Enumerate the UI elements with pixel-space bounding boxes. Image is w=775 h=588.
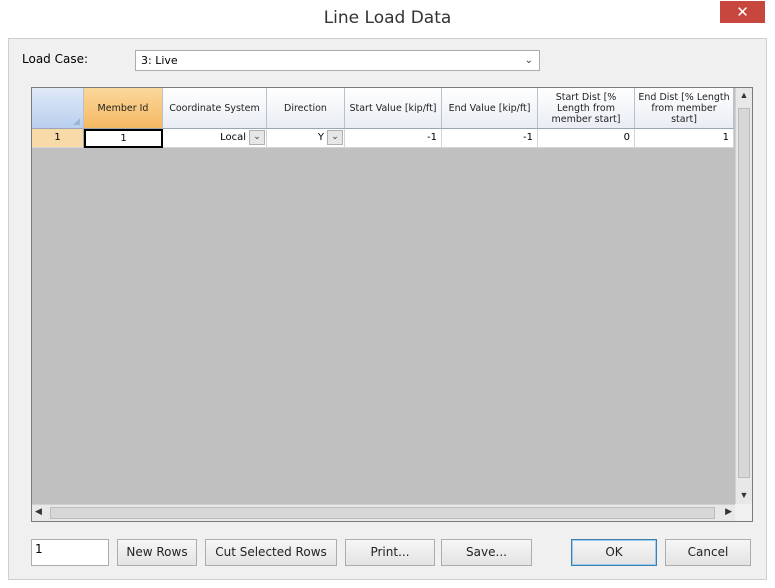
column-header-start-value[interactable]: Start Value [kip/ft] (345, 88, 442, 129)
scroll-right-icon[interactable]: ▶ (725, 506, 732, 517)
start-value-cell[interactable]: -1 (345, 129, 442, 148)
window-title: Line Load Data (323, 8, 452, 28)
cancel-button[interactable]: Cancel (665, 539, 751, 566)
column-header-end-dist[interactable]: End Dist [% Length from member start] (635, 88, 734, 129)
column-header-coordinate-system[interactable]: Coordinate System (163, 88, 267, 129)
print-button[interactable]: Print... (345, 539, 435, 566)
corner-triangle-icon (73, 118, 80, 125)
horizontal-scrollbar[interactable]: ◀ ▶ (32, 504, 735, 521)
coordinate-system-cell[interactable]: Local ⌄ (163, 129, 267, 148)
member-id-cell[interactable]: 1 (84, 129, 163, 148)
load-case-label: Load Case: (22, 52, 89, 66)
vertical-scroll-thumb[interactable] (738, 108, 750, 478)
chevron-down-icon[interactable]: ⌄ (327, 130, 343, 145)
cut-selected-rows-button[interactable]: Cut Selected Rows (205, 539, 337, 566)
load-case-select[interactable]: 3: Live ⌄ (135, 50, 540, 71)
scroll-corner (735, 504, 752, 521)
scroll-down-icon[interactable]: ▼ (736, 490, 752, 500)
rows-count-input[interactable]: 1 (31, 539, 109, 566)
load-data-grid[interactable]: Member Id Coordinate System Direction St… (31, 87, 753, 522)
vertical-scrollbar[interactable]: ▲ ▼ (735, 88, 752, 504)
new-rows-button[interactable]: New Rows (117, 539, 197, 566)
horizontal-scroll-thumb[interactable] (50, 507, 715, 519)
ok-button[interactable]: OK (571, 539, 657, 566)
end-dist-cell[interactable]: 1 (635, 129, 734, 148)
coordinate-system-value: Local (220, 132, 246, 143)
title-bar: Line Load Data ✕ (0, 0, 775, 38)
close-button[interactable]: ✕ (720, 1, 765, 23)
scroll-up-icon[interactable]: ▲ (736, 90, 752, 100)
select-all-corner[interactable] (32, 88, 84, 129)
scroll-left-icon[interactable]: ◀ (35, 506, 42, 517)
start-dist-cell[interactable]: 0 (538, 129, 635, 148)
column-header-member-id[interactable]: Member Id (84, 88, 163, 129)
load-case-value: 3: Live (141, 54, 178, 67)
column-header-start-dist[interactable]: Start Dist [% Length from member start] (538, 88, 635, 129)
chevron-down-icon: ⌄ (524, 55, 533, 66)
direction-value: Y (317, 132, 324, 143)
column-header-direction[interactable]: Direction (267, 88, 345, 129)
row-header[interactable]: 1 (32, 129, 84, 148)
save-button[interactable]: Save... (441, 539, 532, 566)
column-header-end-value[interactable]: End Value [kip/ft] (442, 88, 538, 129)
end-value-cell[interactable]: -1 (442, 129, 538, 148)
direction-cell[interactable]: Y ⌄ (267, 129, 345, 148)
close-icon: ✕ (736, 3, 749, 21)
chevron-down-icon[interactable]: ⌄ (249, 130, 265, 145)
